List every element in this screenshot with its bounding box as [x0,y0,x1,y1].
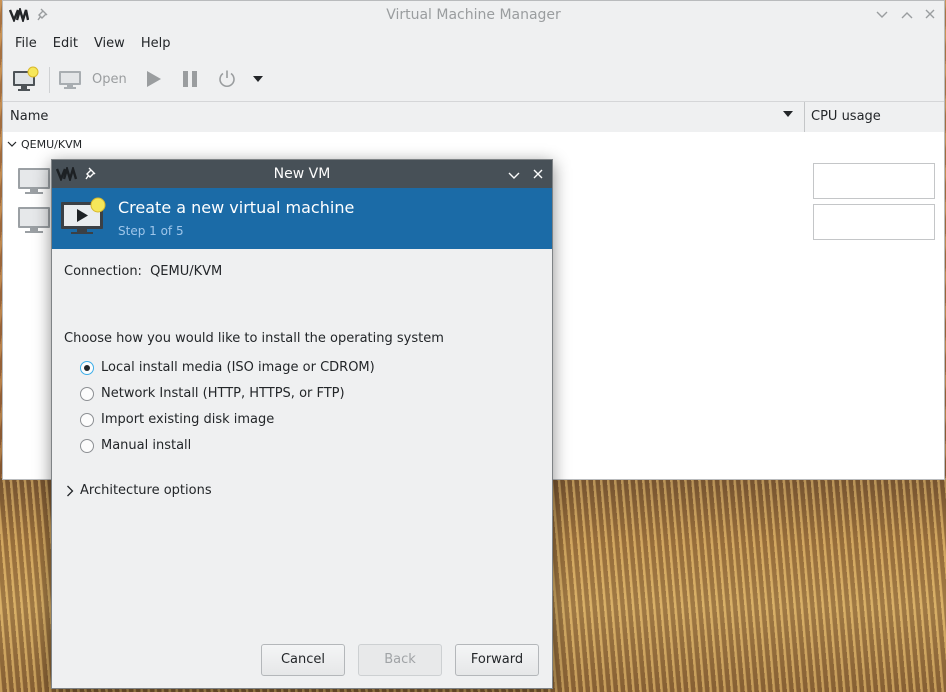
menu-edit[interactable]: Edit [45,31,86,57]
connection-group-row[interactable]: QEMU/KVM [7,138,82,151]
architecture-options-expander[interactable]: Architecture options [66,483,212,498]
vm-monitor-icon [17,166,51,200]
column-header-name[interactable]: Name [10,109,48,124]
new-vm-button[interactable] [12,65,40,93]
main-titlebar[interactable]: Virtual Machine Manager [3,1,944,31]
connection-value: QEMU/KVM [150,264,223,279]
shutdown-menu-button[interactable] [252,65,264,93]
radio-button[interactable] [80,438,94,453]
install-method-prompt: Choose how you would like to install the… [64,331,444,346]
toolbar: Open [3,57,944,101]
banner-title: Create a new virtual machine [118,198,355,217]
cpu-usage-graph [813,204,935,240]
radio-label: Network Install (HTTP, HTTPS, or FTP) [101,386,345,401]
main-window-title: Virtual Machine Manager [386,7,561,23]
connection-group-label: QEMU/KVM [21,138,83,151]
banner-step: Step 1 of 5 [118,224,184,238]
radio-import-disk[interactable]: Import existing disk image [80,412,274,427]
dropdown-arrow-icon [253,76,263,82]
forward-button[interactable]: Forward [455,644,539,676]
monitor-icon [59,71,81,89]
back-button[interactable]: Back [358,644,442,676]
close-icon[interactable] [533,168,543,183]
radio-label: Manual install [101,438,192,453]
radio-label: Local install media (ISO image or CDROM) [101,360,375,375]
play-icon [147,71,161,87]
new-vm-dialog: New VM Create a new virtual machine Step… [51,159,553,689]
sort-chevron-down-icon[interactable] [783,111,793,117]
expander-chevron-down-icon[interactable] [7,141,17,148]
maximize-chevron-up-icon[interactable] [898,7,916,25]
radio-manual-install[interactable]: Manual install [80,438,191,453]
new-vm-icon [13,66,39,91]
open-button[interactable]: Open [58,65,127,93]
connection-label: Connection: [64,264,142,279]
minimize-chevron-down-icon[interactable] [508,169,520,184]
expander-chevron-right-icon [67,485,74,496]
open-button-label: Open [92,71,127,87]
power-icon [219,70,235,87]
column-header-cpu[interactable]: CPU usage [811,109,881,124]
menubar: File Edit View Help [3,31,944,57]
menu-view[interactable]: View [86,31,133,57]
radio-network-install[interactable]: Network Install (HTTP, HTTPS, or FTP) [80,386,345,401]
cpu-usage-graph [813,163,935,199]
minimize-chevron-down-icon[interactable] [873,7,891,25]
radio-button[interactable] [80,360,94,375]
shutdown-button[interactable] [217,65,237,93]
dialog-title: New VM [273,166,331,182]
run-button[interactable] [145,65,163,93]
radio-label: Import existing disk image [101,412,275,427]
cancel-button[interactable]: Cancel [261,644,345,676]
radio-button[interactable] [80,412,94,427]
close-icon[interactable] [921,7,939,25]
architecture-options-label: Architecture options [80,483,212,498]
pause-button[interactable] [181,65,199,93]
toolbar-separator [49,67,50,93]
radio-button[interactable] [80,386,94,401]
radio-local-install[interactable]: Local install media (ISO image or CDROM) [80,360,375,375]
new-vm-icon [60,196,108,242]
pause-icon [183,71,197,87]
vm-monitor-icon [17,205,51,239]
column-separator [804,102,805,132]
menu-file[interactable]: File [7,31,45,57]
dialog-banner: Create a new virtual machine Step 1 of 5 [52,188,552,249]
connection-row: Connection: QEMU/KVM [64,264,222,279]
menu-help[interactable]: Help [133,31,179,57]
vm-list-header: Name CPU usage [3,101,944,133]
dialog-titlebar[interactable]: New VM [52,160,552,188]
